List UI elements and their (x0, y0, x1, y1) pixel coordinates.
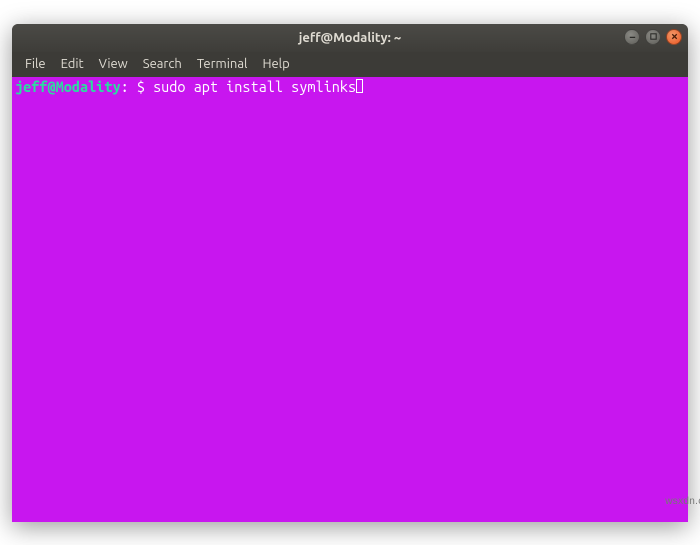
prompt-dollar: $ (137, 78, 153, 95)
terminal-window: jeff@Modality: ~ File Edit View Search T… (12, 24, 688, 522)
minimize-button[interactable] (624, 29, 640, 45)
prompt-user-host: jeff@Modality (15, 78, 121, 95)
maximize-icon (649, 32, 658, 41)
window-title: jeff@Modality: ~ (12, 31, 688, 45)
maximize-button[interactable] (645, 29, 661, 45)
prompt-separator: : (121, 78, 137, 95)
menu-help[interactable]: Help (255, 54, 296, 74)
terminal-area[interactable]: jeff@Modality: $ sudo apt install symlin… (12, 77, 688, 522)
menu-view[interactable]: View (92, 54, 135, 74)
close-button[interactable] (666, 29, 682, 45)
command-text: sudo apt install symlinks (153, 78, 356, 95)
cursor (356, 79, 363, 93)
menu-file[interactable]: File (18, 54, 53, 74)
menubar: File Edit View Search Terminal Help (12, 52, 688, 77)
terminal-line: jeff@Modality: $ sudo apt install symlin… (15, 78, 685, 95)
titlebar[interactable]: jeff@Modality: ~ (12, 24, 688, 52)
close-icon (670, 32, 679, 41)
menu-terminal[interactable]: Terminal (190, 54, 255, 74)
window-controls (624, 29, 682, 45)
menu-search[interactable]: Search (136, 54, 189, 74)
minimize-icon (628, 32, 637, 41)
menu-edit[interactable]: Edit (54, 54, 91, 74)
watermark: wsxdn.com (665, 496, 700, 507)
